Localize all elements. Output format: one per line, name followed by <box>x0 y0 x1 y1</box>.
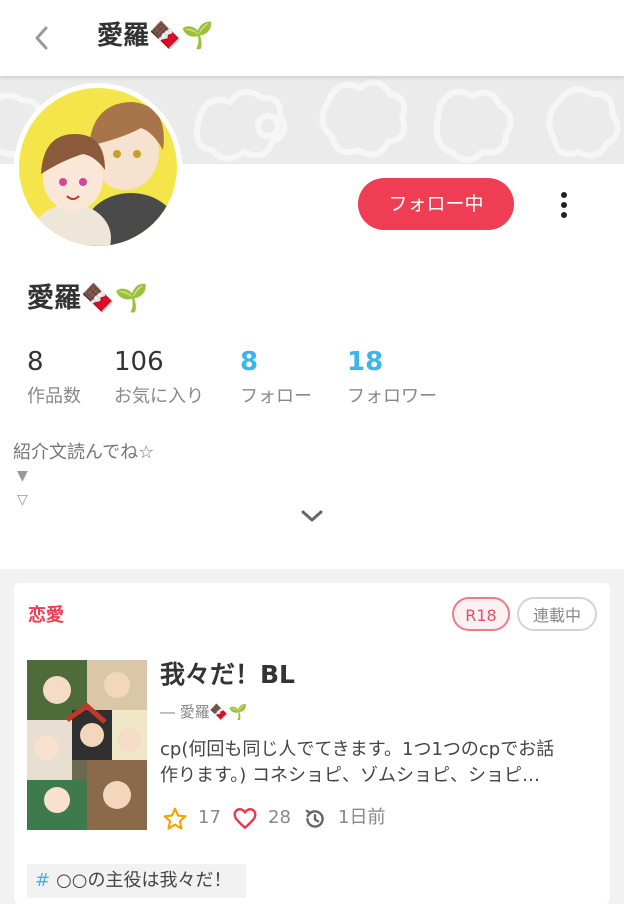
stat-followers[interactable]: 18 フォロワー <box>347 345 437 411</box>
r18-badge: R18 <box>452 597 510 631</box>
follow-button[interactable]: フォロー中 <box>358 178 514 230</box>
cover-illustration <box>27 660 147 830</box>
serial-status-badge: 連載中 <box>517 597 597 631</box>
back-button[interactable] <box>22 18 62 58</box>
work-title[interactable]: 我々だ！BL <box>160 657 295 693</box>
updated-value: 1日前 <box>338 807 386 828</box>
stat-label: フォロー <box>240 386 312 407</box>
stars-count: 17 <box>162 805 232 831</box>
bio-arrow: ▽ <box>17 492 28 508</box>
chevron-left-icon <box>35 26 48 50</box>
tag-label: ○○の主役は我々だ！ <box>56 870 232 891</box>
heart-icon <box>233 808 257 829</box>
star-icon <box>163 807 187 830</box>
more-options-button[interactable] <box>550 190 578 222</box>
description-line: 作ります。) コネショピ、ゾムショピ、ショピ… <box>160 765 540 786</box>
more-icon-dot <box>561 202 567 208</box>
user-name: 愛羅🍫🌱 <box>27 283 149 314</box>
top-bar: 愛羅🍫🌱 <box>0 0 624 76</box>
expand-bio-button[interactable] <box>298 504 326 528</box>
work-card[interactable]: 恋愛 R18 連載中 我々だ！BL ― 愛羅🍫🌱 cp(何回も同じ人でてきます。… <box>14 583 610 904</box>
stat-value: 106 <box>114 347 164 377</box>
genre-label: 恋愛 <box>28 605 64 626</box>
bio-arrow: ▼ <box>17 468 28 484</box>
stat-label: お気に入り <box>114 386 204 407</box>
stat-value: 18 <box>347 347 384 377</box>
header-title: 愛羅🍫🌱 <box>97 21 214 51</box>
stat-favorites[interactable]: 106 お気に入り <box>114 345 204 411</box>
work-tag[interactable]: # ○○の主役は我々だ！ <box>27 864 246 898</box>
more-icon-dot <box>561 192 567 198</box>
updated-time: 1日前 <box>302 805 412 831</box>
hashtag-icon: # <box>35 870 51 891</box>
likes-count: 28 <box>232 805 302 831</box>
avatar-illustration <box>19 88 177 246</box>
stat-works[interactable]: 8 作品数 <box>27 345 81 411</box>
work-description: cp(何回も同じ人でてきます。1つ1つのcpでお話 作ります。) コネショピ、ゾ… <box>160 737 600 789</box>
stat-value: 8 <box>240 347 259 377</box>
avatar[interactable] <box>14 83 182 251</box>
stat-following[interactable]: 8 フォロー <box>240 345 312 411</box>
more-icon-dot <box>561 212 567 218</box>
work-thumbnail[interactable] <box>27 660 147 830</box>
work-author: ― 愛羅🍫🌱 <box>160 703 248 721</box>
stat-label: フォロワー <box>347 386 437 407</box>
likes-value: 28 <box>268 807 291 828</box>
stat-label: 作品数 <box>27 386 81 407</box>
profile-bio: 紹介文読んでね☆ <box>13 442 155 463</box>
stars-value: 17 <box>198 807 221 828</box>
stat-value: 8 <box>27 347 44 377</box>
description-line: cp(何回も同じ人でてきます。1つ1つのcpでお話 <box>160 739 555 760</box>
chevron-down-icon <box>301 510 323 522</box>
history-icon <box>305 809 324 828</box>
